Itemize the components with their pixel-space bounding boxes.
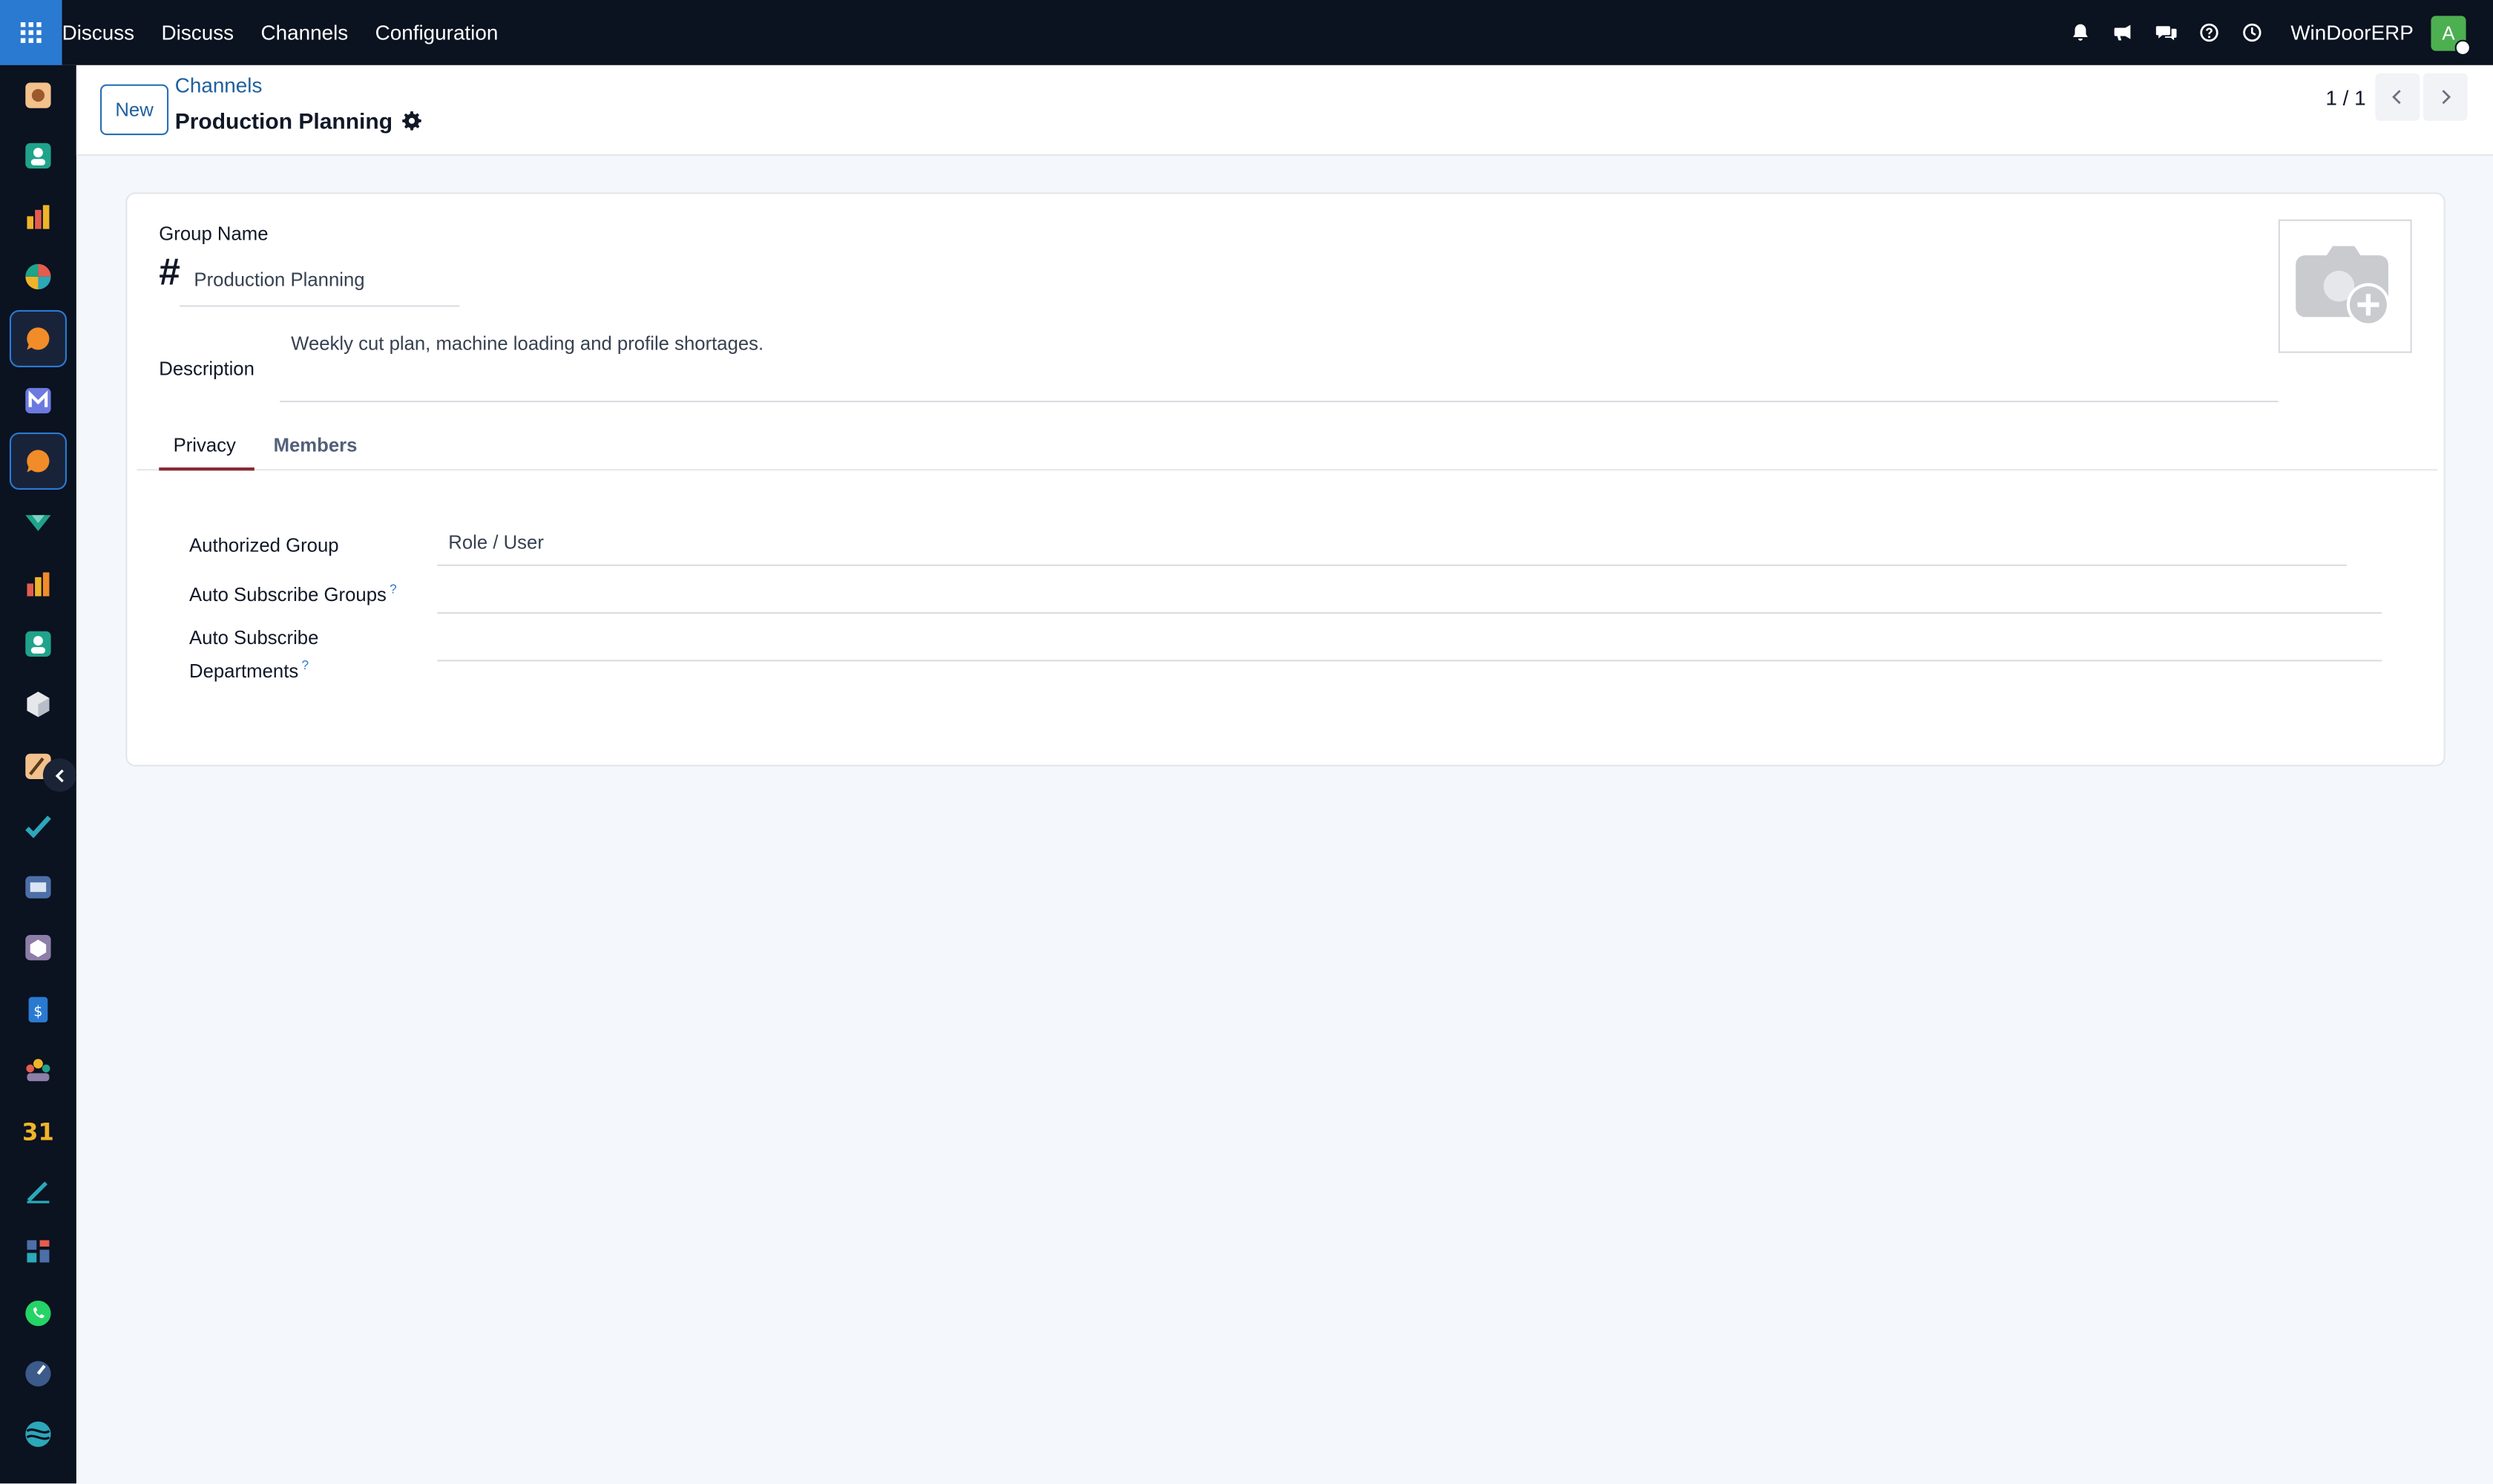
website-app-icon[interactable] xyxy=(10,1405,67,1462)
sidebar-collapse-button[interactable] xyxy=(42,758,76,792)
pager-value[interactable]: 1 / 1 xyxy=(2325,86,2365,110)
app-root: Discuss Discuss Channels Configuration W… xyxy=(0,0,2493,1484)
mail-app-icon[interactable] xyxy=(10,372,67,429)
discuss-app-icon-active[interactable] xyxy=(9,432,68,490)
tab-privacy[interactable]: Privacy xyxy=(159,431,254,471)
user-avatar[interactable]: A xyxy=(2431,15,2471,55)
whatsapp-app-icon[interactable] xyxy=(10,1284,67,1342)
gear-icon[interactable] xyxy=(401,111,421,131)
packages-app-icon[interactable] xyxy=(10,919,67,976)
chevron-right-icon xyxy=(2442,90,2451,105)
calendar-app-icon[interactable]: 31 xyxy=(10,1102,67,1159)
auto-subscribe-departments-label: Auto Subscribe Departments? xyxy=(189,625,318,685)
pager-previous-button[interactable] xyxy=(2375,73,2420,121)
discuss-app-icon[interactable] xyxy=(9,309,68,367)
help-tooltip-icon[interactable]: ? xyxy=(390,582,397,596)
apps-menu-button[interactable] xyxy=(0,0,62,65)
page-title: Production Planning xyxy=(175,108,421,134)
avatar-initial: A xyxy=(2442,21,2455,44)
bell-icon[interactable] xyxy=(2069,22,2092,44)
svg-text:$: $ xyxy=(33,1002,42,1020)
nav-configuration[interactable]: Configuration xyxy=(375,21,499,45)
record-title: Production Planning xyxy=(174,108,393,134)
auto-subscribe-groups-input[interactable] xyxy=(437,569,2382,614)
sign-app-icon[interactable] xyxy=(10,1162,67,1219)
chevron-left-icon xyxy=(2392,90,2401,105)
top-navbar: Discuss Discuss Channels Configuration W… xyxy=(0,0,2493,65)
product-app-icon[interactable] xyxy=(10,676,67,733)
form-sheet: Group Name # Production Planning Descrip… xyxy=(125,192,2446,766)
auto-subscribe-groups-label: Auto Subscribe Groups? xyxy=(189,582,397,605)
nav-discuss[interactable]: Discuss xyxy=(162,21,234,45)
reports-app-icon[interactable] xyxy=(10,188,67,245)
tasks-app-icon[interactable] xyxy=(10,798,67,856)
employees-app-icon[interactable] xyxy=(10,615,67,672)
knowledge-app-icon[interactable] xyxy=(10,858,67,916)
authorized-group-label: Authorized Group xyxy=(188,534,339,556)
description-input[interactable]: Weekly cut plan, machine loading and pro… xyxy=(280,327,2279,403)
megaphone-icon[interactable] xyxy=(2112,22,2135,44)
help-tooltip-icon[interactable]: ? xyxy=(302,658,309,672)
group-name-label: Group Name xyxy=(159,223,269,245)
channel-image-upload[interactable] xyxy=(2278,219,2412,353)
auto-subscribe-departments-text-2: Departments xyxy=(188,660,299,683)
breadcrumb-channels[interactable]: Channels xyxy=(175,73,263,97)
clock-icon[interactable] xyxy=(2241,22,2264,44)
dashboard-grid-app-icon[interactable] xyxy=(10,1223,67,1280)
svg-text:31: 31 xyxy=(24,1117,53,1144)
grid-icon xyxy=(20,22,42,44)
invoicing-app-icon[interactable]: $ xyxy=(10,981,67,1038)
group-name-input[interactable]: Production Planning xyxy=(180,257,460,307)
auto-subscribe-departments-input[interactable] xyxy=(437,617,2382,662)
help-icon[interactable] xyxy=(2198,22,2221,44)
chevron-left-icon xyxy=(54,768,63,782)
new-button[interactable]: New xyxy=(100,84,169,136)
contacts-app-icon[interactable] xyxy=(10,127,67,184)
form-tabs: Privacy Members xyxy=(137,431,2438,471)
status-dot xyxy=(2454,39,2471,55)
camera-add-icon xyxy=(2296,246,2391,326)
analytics-app-icon[interactable] xyxy=(10,248,67,305)
tab-members[interactable]: Members xyxy=(274,431,358,471)
auto-subscribe-groups-text: Auto Subscribe Groups xyxy=(188,583,387,606)
sales-app-icon[interactable] xyxy=(10,555,67,612)
inventory-app-icon[interactable] xyxy=(10,494,67,551)
time-app-icon[interactable] xyxy=(10,1345,67,1402)
app-sidebar: $ 31 xyxy=(0,65,76,1484)
company-name[interactable]: WinDoorERP xyxy=(2290,21,2414,45)
control-panel: New Channels Production Planning 1 / 1 xyxy=(76,65,2493,156)
team-app-icon[interactable] xyxy=(10,1042,67,1099)
systray: WinDoorERP A xyxy=(2049,0,2493,65)
hash-icon: # xyxy=(159,251,180,295)
dashboard-app-icon[interactable] xyxy=(10,67,67,124)
pager-next-button[interactable] xyxy=(2423,73,2468,121)
auto-subscribe-departments-text-1: Auto Subscribe xyxy=(188,626,319,649)
nav-channels[interactable]: Channels xyxy=(260,21,348,45)
authorized-group-select[interactable]: Role / User xyxy=(437,522,2347,566)
description-label: Description xyxy=(159,358,254,381)
chat-icon[interactable] xyxy=(2155,22,2178,44)
nav-app-name[interactable]: Discuss xyxy=(62,21,135,45)
